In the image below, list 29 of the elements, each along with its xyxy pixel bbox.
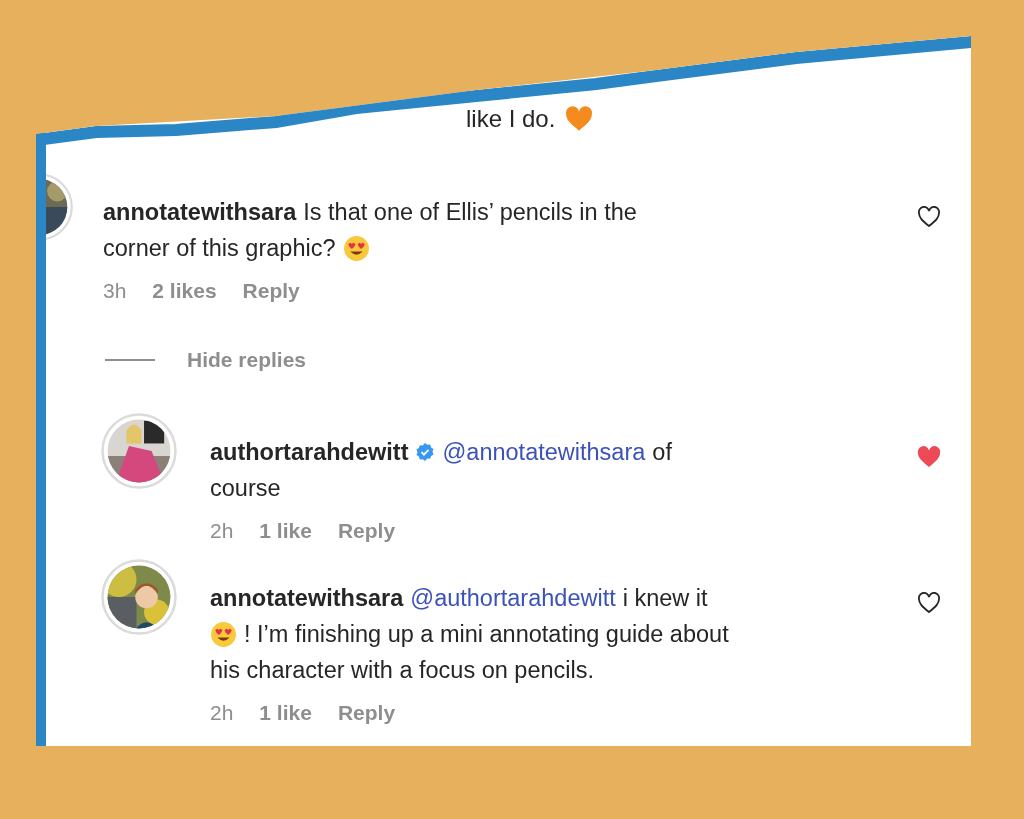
mention-link[interactable]: @authortarahdewitt [410, 580, 616, 616]
comment-text: corner of this graphic? [103, 234, 336, 263]
timestamp: 2h [210, 518, 234, 544]
likes-count[interactable]: 1 like [259, 518, 312, 544]
comment-text: ! I’m finishing up a mini annotating guide about [244, 620, 729, 649]
comment-text: course [210, 474, 281, 503]
heart-emoji-icon [565, 106, 594, 132]
comment-text: of [652, 438, 672, 467]
reply-link[interactable]: Reply [337, 700, 396, 726]
comment-text: his character with a focus on pencils. [210, 656, 595, 685]
reply-link[interactable]: Reply [337, 518, 396, 544]
username[interactable]: annotatewithsara [210, 580, 404, 616]
comment-text: Is that one of Ellis’ pencils in the [303, 198, 637, 227]
timestamp: 2h [210, 700, 234, 726]
heart-icon[interactable] [917, 446, 941, 468]
heart-eyes-emoji-icon [342, 234, 370, 262]
likes-count[interactable]: 2 likes [152, 278, 217, 304]
username[interactable]: annotatewithsara [103, 194, 297, 230]
comment-text: like I do. [466, 105, 556, 133]
heart-outline-icon[interactable] [917, 592, 941, 614]
hide-replies-link[interactable]: Hide replies [187, 348, 307, 372]
likes-count[interactable]: 1 like [259, 700, 312, 726]
heart-eyes-emoji-icon [210, 620, 237, 648]
comment-text: i knew it [622, 584, 708, 613]
reply-link[interactable]: Reply [242, 278, 300, 304]
mention-link[interactable]: @annotatewithsara [442, 434, 646, 470]
heart-outline-icon[interactable] [917, 206, 941, 228]
timestamp: 3h [103, 278, 127, 304]
username[interactable]: authortarahdewitt [210, 434, 409, 470]
